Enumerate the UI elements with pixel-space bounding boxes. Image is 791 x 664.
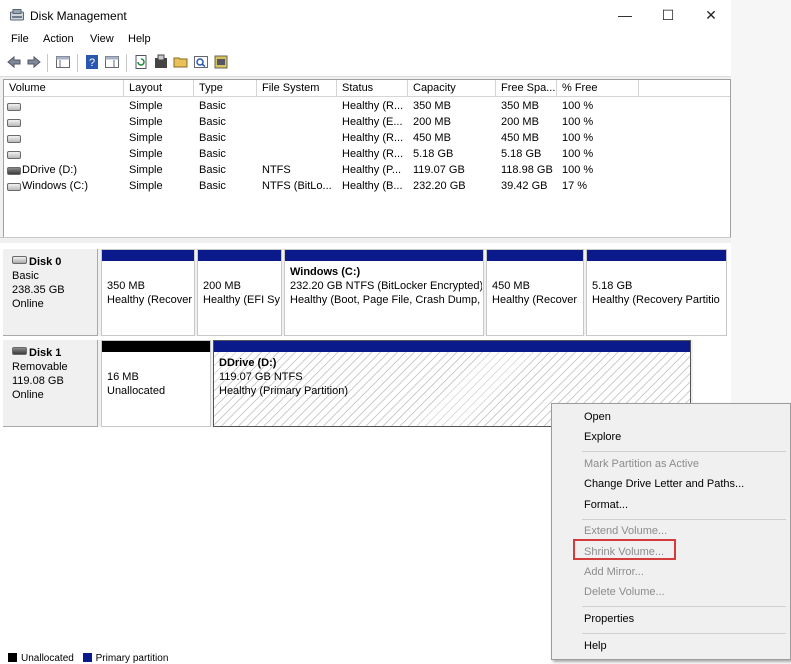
drive-icon (7, 183, 21, 191)
menu-item-explore[interactable]: Explore (584, 431, 621, 443)
menu-separator (582, 519, 786, 520)
menu-bar: File Action View Help (0, 30, 731, 50)
svg-text:?: ? (89, 57, 95, 69)
table-row[interactable]: Simple Basic Healthy (R... 350 MB 350 MB… (4, 99, 644, 114)
menu-item-extend-volume: Extend Volume... (584, 525, 668, 537)
partition-bar (198, 250, 281, 261)
partition-recovery-450mb[interactable]: 450 MB Healthy (Recover (486, 249, 584, 336)
menu-file[interactable]: File (11, 33, 29, 45)
menu-item-add-mirror: Add Mirror... (584, 566, 644, 578)
title-bar: Disk Management — ☐ ✕ (0, 0, 731, 30)
properties-pane-icon[interactable] (104, 54, 120, 70)
table-row[interactable]: Simple Basic Healthy (E... 200 MB 200 MB… (4, 115, 644, 130)
menu-separator (582, 451, 786, 452)
table-row[interactable]: Simple Basic Healthy (R... 450 MB 450 MB… (4, 131, 644, 146)
legend: Unallocated Primary partition (8, 653, 168, 664)
window-title: Disk Management (30, 9, 127, 23)
legend-unallocated-swatch (8, 653, 17, 662)
partition-recovery-350mb[interactable]: 350 MB Healthy (Recover (101, 249, 195, 336)
column-header-status[interactable]: Status (337, 80, 408, 97)
menu-item-format[interactable]: Format... (584, 499, 628, 511)
menu-item-help[interactable]: Help (584, 640, 607, 652)
drive-icon (7, 151, 21, 159)
disk-1-label[interactable]: Disk 1 Removable 119.08 GB Online (3, 340, 98, 427)
menu-help[interactable]: Help (128, 33, 151, 45)
table-row[interactable]: Windows (C:) Simple Basic NTFS (BitLo...… (4, 179, 644, 194)
menu-action[interactable]: Action (43, 33, 74, 45)
legend-primary-swatch (82, 653, 92, 662)
search-icon[interactable] (193, 54, 209, 70)
menu-item-change-drive-letter[interactable]: Change Drive Letter and Paths... (584, 478, 744, 490)
forward-icon[interactable] (26, 54, 42, 70)
menu-item-delete-volume: Delete Volume... (584, 586, 665, 598)
volume-list: Volume Layout Type File System Status Ca… (3, 79, 731, 239)
partition-bar (487, 250, 583, 261)
disk-0-row: Disk 0 Basic 238.35 GB Online 350 MB Hea… (3, 249, 727, 336)
maximize-button[interactable]: ☐ (646, 0, 690, 30)
column-header-file-system[interactable]: File System (257, 80, 337, 97)
partition-recovery-5gb[interactable]: 5.18 GB Healthy (Recovery Partitio (586, 249, 727, 336)
table-row[interactable]: Simple Basic Healthy (R... 5.18 GB 5.18 … (4, 147, 644, 162)
partition-bar (285, 250, 483, 261)
partition-bar (102, 250, 194, 261)
partition-bar (102, 341, 210, 352)
column-header-capacity[interactable]: Capacity (408, 80, 496, 97)
menu-view[interactable]: View (90, 33, 114, 45)
menu-item-properties[interactable]: Properties (584, 613, 634, 625)
disk-icon (12, 256, 27, 264)
format-icon[interactable] (153, 54, 169, 70)
disk-management-app-icon (10, 9, 24, 21)
partition-efi-200mb[interactable]: 200 MB Healthy (EFI Sy (197, 249, 282, 336)
menu-separator (582, 633, 786, 634)
partition-bar (587, 250, 726, 261)
shrink-volume-highlight-box (573, 539, 676, 560)
toolbar: ? (0, 50, 731, 77)
partition-bar (214, 341, 690, 352)
column-header-percent-free[interactable]: % Free (557, 80, 639, 97)
menu-item-mark-partition-active: Mark Partition as Active (584, 458, 699, 470)
column-header-type[interactable]: Type (194, 80, 257, 97)
minimize-button[interactable]: — (603, 0, 647, 30)
partition-windows-c[interactable]: Windows (C:) 232.20 GB NTFS (BitLocker E… (284, 249, 484, 336)
column-header-layout[interactable]: Layout (124, 80, 194, 97)
drive-icon (7, 103, 21, 111)
refresh-icon[interactable] (133, 54, 149, 70)
drive-icon (7, 119, 21, 127)
wizard-icon[interactable] (213, 54, 229, 70)
context-menu: Open Explore Mark Partition as Active Ch… (551, 403, 791, 660)
console-tree-icon[interactable] (55, 54, 71, 70)
table-row[interactable]: DDrive (D:) Simple Basic NTFS Healthy (P… (4, 163, 644, 178)
column-header-free-space[interactable]: Free Spa... (496, 80, 557, 97)
drive-icon (7, 135, 21, 143)
removable-disk-icon (12, 347, 27, 355)
close-button[interactable]: ✕ (689, 0, 733, 30)
help-icon[interactable]: ? (84, 54, 100, 70)
disk-0-label[interactable]: Disk 0 Basic 238.35 GB Online (3, 249, 98, 336)
menu-separator (582, 606, 786, 607)
menu-item-open[interactable]: Open (584, 411, 611, 423)
partition-unallocated[interactable]: 16 MB Unallocated (101, 340, 211, 427)
column-header-volume[interactable]: Volume (4, 80, 124, 97)
usb-drive-icon (7, 167, 21, 175)
back-icon[interactable] (6, 54, 22, 70)
open-folder-icon[interactable] (173, 54, 189, 70)
